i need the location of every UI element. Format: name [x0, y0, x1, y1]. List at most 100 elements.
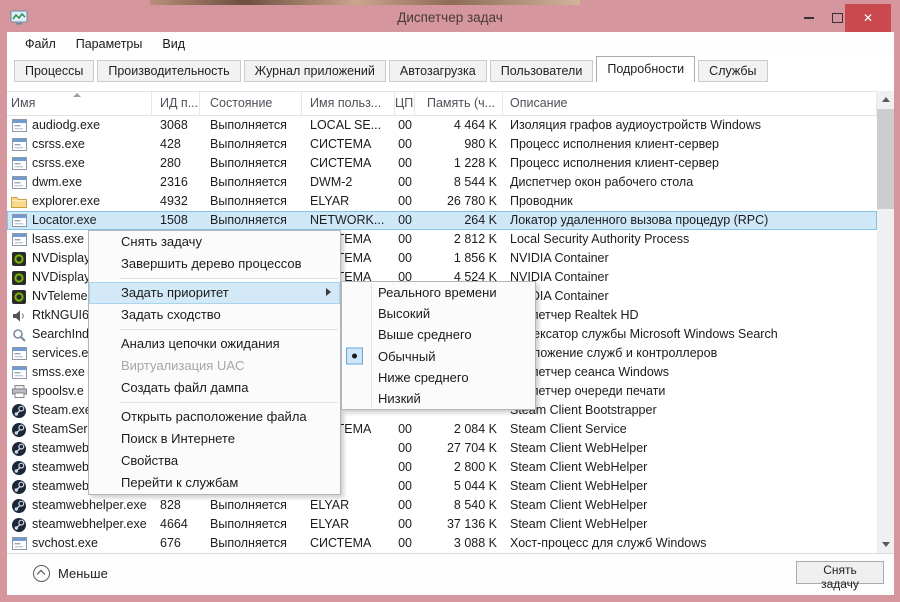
cell-description: Локатор удаленного вызова процедур (RPC): [510, 213, 769, 227]
table-row[interactable]: steamwebhelper.exe 4664 Выполняется ELYAR 00…: [7, 515, 877, 534]
submenu-item[interactable]: Выше среднего: [342, 324, 535, 345]
radio-selected-icon: [346, 347, 363, 365]
context-menu-item[interactable]: Задать сходство: [89, 304, 340, 326]
cell-pid: 1508: [160, 213, 188, 227]
context-menu-item[interactable]: Снять задачу: [89, 231, 340, 253]
context-menu-item[interactable]: Перейти к службам: [89, 472, 340, 494]
cell-description: Изоляция графов аудиоустройств Windows: [510, 118, 762, 132]
process-name: steamwebhelper.exe: [32, 498, 147, 512]
cell-cpu: 00: [398, 460, 412, 474]
cell-description: Приложение служб и контроллеров: [510, 346, 718, 360]
cell-memory: 37 136 K: [446, 517, 497, 531]
table-header: Имя ИД п... Состояние Имя польз... ЦП Память …: [7, 91, 877, 116]
tab-4[interactable]: Пользователи: [489, 60, 594, 82]
context-menu-item[interactable]: Анализ цепочки ожидания: [89, 333, 340, 355]
cell-description: Steam Client WebHelper: [510, 498, 648, 512]
tab-3[interactable]: Автозагрузка: [388, 60, 487, 82]
context-menu-item[interactable]: Поиск в Интернете: [89, 428, 340, 450]
menubar-item-2[interactable]: Вид: [152, 37, 195, 51]
table-row[interactable]: svchost.exe 676 Выполняется СИСТЕМА 00 3 088 …: [7, 534, 877, 553]
table-row[interactable]: csrss.exe 280 Выполняется СИСТЕМА 00 1 228 K П…: [7, 154, 877, 173]
process-name: Locator.exe: [32, 213, 97, 227]
table-row[interactable]: Locator.exe 1508 Выполняется NETWORK... 00 26…: [7, 211, 877, 230]
cell-cpu: 00: [398, 441, 412, 455]
process-name: SteamSer: [32, 422, 88, 436]
cell-status: Выполняется: [210, 118, 287, 132]
cell-status: Выполняется: [210, 156, 287, 170]
tab-2[interactable]: Журнал приложений: [243, 60, 386, 82]
column-header-3[interactable]: Имя польз...: [302, 92, 395, 115]
cell-memory: 2 800 K: [453, 460, 497, 474]
titlebar: Диспетчер задач ✕: [0, 4, 900, 32]
submenu-item[interactable]: Низкий: [342, 388, 535, 409]
context-menu-item[interactable]: Открыть расположение файла: [89, 406, 340, 428]
tab-1[interactable]: Производительность: [97, 60, 241, 82]
context-menu-item[interactable]: Свойства: [89, 450, 340, 472]
cell-description: Проводник: [510, 194, 573, 208]
table-row[interactable]: explorer.exe 4932 Выполняется ELYAR 00 26 780…: [7, 192, 877, 211]
context-menu-item[interactable]: Задать приоритет: [89, 282, 340, 304]
process-name: steamweb: [32, 460, 89, 474]
table-row[interactable]: dwm.exe 2316 Выполняется DWM-2 00 8 544 K Дисп…: [7, 173, 877, 192]
process-name: svchost.exe: [32, 536, 99, 550]
scroll-thumb[interactable]: [877, 109, 894, 209]
cell-pid: 828: [160, 498, 181, 512]
folder-icon: [11, 195, 27, 209]
tab-0[interactable]: Процессы: [14, 60, 95, 82]
cell-cpu: 00: [398, 422, 412, 436]
table-row[interactable]: steamwebhelper.exe 828 Выполняется ELYAR 00 8…: [7, 496, 877, 515]
context-menu: Снять задачу Завершить дерево процессов За…: [88, 230, 341, 495]
arrow-down-icon: [881, 542, 890, 547]
cell-description: Диспетчер очереди печати: [510, 384, 666, 398]
cell-pid: 428: [160, 137, 181, 151]
cell-description: NVIDIA Container: [510, 270, 609, 284]
submenu-item[interactable]: Высокий: [342, 303, 535, 324]
tab-5[interactable]: Подробности: [596, 56, 696, 82]
cell-description: Steam Client Bootstrapper: [510, 403, 657, 417]
menubar-item-0[interactable]: Файл: [15, 37, 66, 51]
scrollbar[interactable]: [877, 91, 894, 553]
close-button[interactable]: ✕: [845, 4, 891, 32]
submenu-item[interactable]: Обычный: [342, 346, 535, 367]
cell-cpu: 00: [398, 479, 412, 493]
steam-icon: [11, 441, 27, 456]
sort-arrow-icon: [73, 93, 81, 97]
tab-6[interactable]: Службы: [698, 60, 768, 82]
scroll-down-button[interactable]: [877, 536, 894, 553]
submenu-item[interactable]: Ниже среднего: [342, 367, 535, 388]
cell-user: ELYAR: [310, 194, 350, 208]
column-header-5[interactable]: Память (ч...: [415, 92, 503, 115]
column-header-4[interactable]: ЦП: [395, 92, 415, 115]
nvidia-icon: [11, 289, 27, 304]
minimize-button[interactable]: [795, 4, 823, 32]
cell-memory: 8 544 K: [453, 175, 497, 189]
cell-description: Steam Client Service: [510, 422, 627, 436]
cell-description: Steam Client WebHelper: [510, 460, 648, 474]
cell-status: Выполняется: [210, 498, 287, 512]
steam-icon: [11, 517, 27, 532]
app-icon: [11, 233, 27, 247]
cell-memory: 26 780 K: [446, 194, 497, 208]
context-menu-item[interactable]: Завершить дерево процессов: [89, 253, 340, 275]
process-name: Steam.exe: [32, 403, 92, 417]
end-task-button[interactable]: Снять задачу: [796, 561, 884, 591]
cell-memory: 27 704 K: [446, 441, 497, 455]
context-menu-item[interactable]: Создать файл дампа: [89, 377, 340, 399]
cell-user: NETWORK...: [310, 213, 385, 227]
column-header-2[interactable]: Состояние: [200, 92, 302, 115]
column-header-1[interactable]: ИД п...: [152, 92, 200, 115]
column-header-6[interactable]: Описание: [503, 92, 877, 115]
table-row[interactable]: audiodg.exe 3068 Выполняется LOCAL SE... 00 4…: [7, 116, 877, 135]
process-name: SearchInd: [32, 327, 89, 341]
table-row[interactable]: csrss.exe 428 Выполняется СИСТЕМА 00 980 K Про…: [7, 135, 877, 154]
process-name: steamweb: [32, 479, 89, 493]
cell-user: DWM-2: [310, 175, 353, 189]
fewer-details-button[interactable]: Меньше: [33, 565, 108, 582]
cell-cpu: 00: [398, 232, 412, 246]
cell-pid: 4932: [160, 194, 188, 208]
submenu-item[interactable]: Реального времени: [342, 282, 535, 303]
cell-user: СИСТЕМА: [310, 156, 372, 170]
menubar-item-1[interactable]: Параметры: [66, 37, 153, 51]
scroll-up-button[interactable]: [877, 91, 894, 108]
cell-status: Выполняется: [210, 175, 287, 189]
